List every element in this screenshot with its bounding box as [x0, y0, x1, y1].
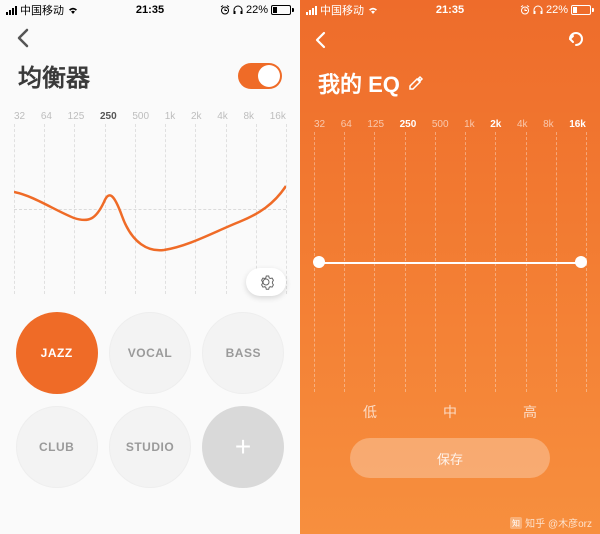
- edit-button[interactable]: [408, 75, 424, 91]
- freq-label: 125: [68, 111, 85, 122]
- band-tab[interactable]: 中: [443, 402, 457, 422]
- battery-icon: [571, 5, 594, 15]
- frequency-labels: 32 64 125 250 500 1k 2k 4k 8k 16k: [300, 115, 600, 132]
- gear-icon: [258, 274, 274, 290]
- preset-studio[interactable]: STUDIO: [109, 406, 191, 488]
- reset-button[interactable]: [566, 30, 586, 55]
- preset-club[interactable]: CLUB: [16, 406, 98, 488]
- freq-label: 500: [432, 119, 449, 130]
- edit-icon: [408, 75, 424, 91]
- freq-label: 16k: [569, 119, 586, 130]
- equalizer-screen: 中国移动 21:35 22% 均衡器 32 64 125 250 500 1k 2k 4k 8k…: [0, 0, 300, 534]
- freq-label: 2k: [191, 111, 202, 122]
- status-bar: 中国移动 21:35 22%: [300, 0, 600, 20]
- settings-button[interactable]: [246, 268, 286, 296]
- page-title: 我的 EQ: [318, 67, 400, 99]
- eq-curve-chart[interactable]: [14, 124, 286, 294]
- back-button[interactable]: [16, 28, 30, 53]
- headphone-icon: [533, 5, 543, 15]
- preset-vocal[interactable]: VOCAL: [109, 312, 191, 394]
- carrier-label: 中国移动: [320, 2, 364, 18]
- eq-line[interactable]: [314, 262, 586, 264]
- back-button[interactable]: [314, 31, 326, 55]
- battery-icon: [271, 5, 294, 15]
- undo-icon: [566, 30, 586, 50]
- freq-label: 8k: [244, 111, 255, 122]
- freq-label: 32: [314, 119, 325, 130]
- custom-eq-screen: 中国移动 21:35 22% 我的 EQ 32 64 125 250 500 1k 2k 4k…: [300, 0, 600, 534]
- freq-label: 1k: [165, 111, 176, 122]
- wifi-icon: [67, 5, 79, 15]
- freq-label: 4k: [217, 111, 228, 122]
- battery-pct: 22%: [246, 4, 268, 16]
- freq-label: 250: [400, 119, 417, 130]
- freq-label: 125: [367, 119, 384, 130]
- preset-bass[interactable]: BASS: [202, 312, 284, 394]
- alarm-icon: [520, 5, 530, 15]
- freq-label: 250: [100, 111, 117, 122]
- band-tab[interactable]: 低: [363, 402, 377, 422]
- page-title: 均衡器: [18, 58, 90, 93]
- freq-label: 4k: [517, 119, 528, 130]
- freq-label: 500: [132, 111, 149, 122]
- battery-pct: 22%: [546, 4, 568, 16]
- svg-text:知: 知: [512, 518, 520, 528]
- save-button[interactable]: 保存: [350, 438, 550, 478]
- freq-label: 8k: [543, 119, 554, 130]
- eq-custom-chart[interactable]: [314, 132, 586, 392]
- freq-label: 16k: [270, 111, 286, 122]
- headphone-icon: [233, 5, 243, 15]
- status-bar: 中国移动 21:35 22%: [0, 0, 300, 20]
- freq-label: 1k: [464, 119, 475, 130]
- zhihu-icon: 知: [510, 517, 522, 529]
- eq-handle-high[interactable]: [575, 256, 587, 268]
- freq-label: 64: [41, 111, 52, 122]
- carrier-label: 中国移动: [20, 2, 64, 18]
- freq-label: 32: [14, 111, 25, 122]
- signal-icon: [306, 5, 317, 15]
- alarm-icon: [220, 5, 230, 15]
- frequency-labels: 32 64 125 250 500 1k 2k 4k 8k 16k: [0, 107, 300, 124]
- wifi-icon: [367, 5, 379, 15]
- signal-icon: [6, 5, 17, 15]
- band-tabs: 低中高: [300, 392, 600, 422]
- status-time: 21:35: [136, 4, 164, 16]
- eq-handle-low[interactable]: [313, 256, 325, 268]
- watermark: 知 知乎 @木彦orz: [510, 515, 592, 530]
- add-preset-button[interactable]: +: [202, 406, 284, 488]
- freq-label: 2k: [490, 119, 501, 130]
- preset-jazz[interactable]: JAZZ: [16, 312, 98, 394]
- preset-grid: JAZZVOCALBASS CLUBSTUDIO+: [0, 300, 300, 488]
- band-tab[interactable]: 高: [523, 402, 537, 422]
- eq-toggle[interactable]: [238, 63, 282, 89]
- freq-label: 64: [341, 119, 352, 130]
- status-time: 21:35: [436, 4, 464, 16]
